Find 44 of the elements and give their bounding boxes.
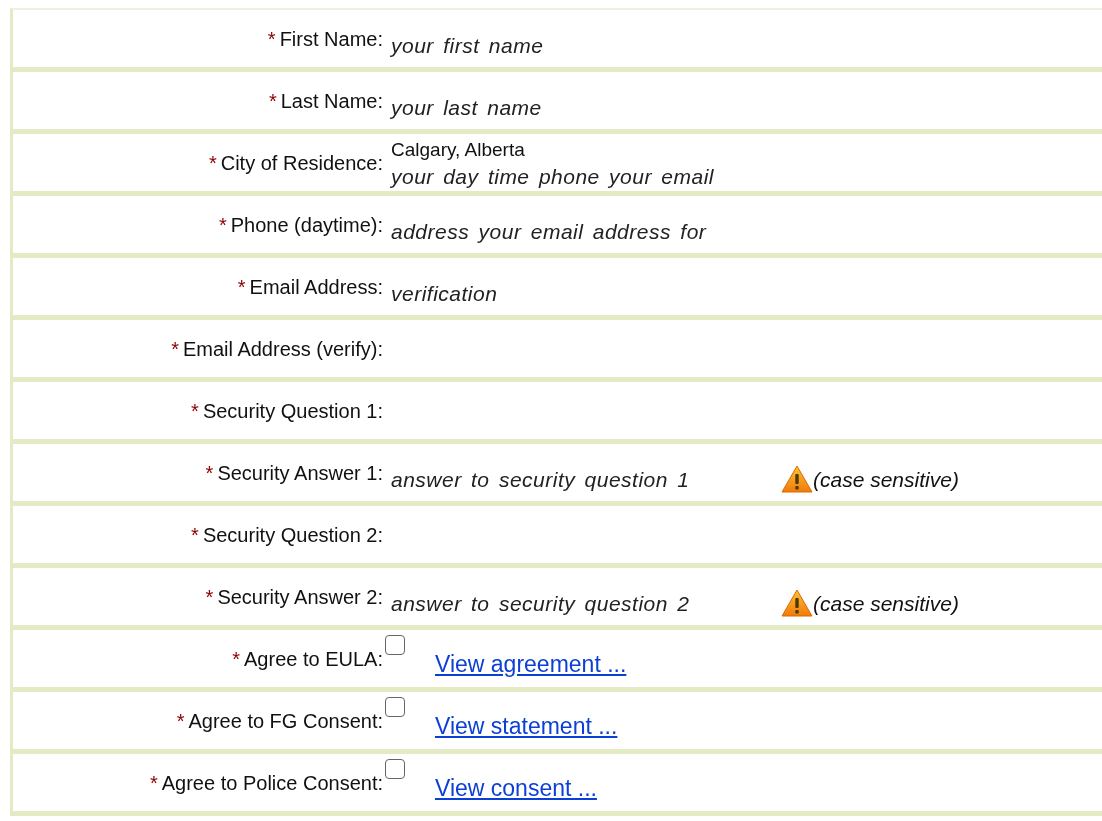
required-marker: * [205,462,214,484]
field-label: Security Answer 1: [217,462,383,484]
required-marker: * [208,152,217,174]
hint-text: your first name [391,32,544,59]
field-label: Security Question 2: [202,524,383,546]
checkbox[interactable] [385,634,405,655]
hint-text: your last name [391,94,542,121]
warning-icon [781,589,813,618]
required-marker: * [171,338,179,360]
view-link[interactable]: View statement ... [435,708,618,743]
required-marker: * [149,772,158,794]
case-sensitive-note: (case sensitive) [813,590,959,617]
case-sensitive-note: (case sensitive) [813,466,959,493]
field-value: Calgary, Alberta [391,140,526,161]
field-label: Agree to FG Consent: [188,710,383,732]
field-label: City of Residence: [220,152,383,174]
checkbox[interactable] [385,758,405,779]
view-link[interactable]: View agreement ... [435,646,627,681]
field-label: Security Question 1: [202,400,383,422]
required-marker: * [176,710,185,732]
required-marker: * [237,276,246,298]
field-label: Phone (daytime): [230,214,383,236]
hint-text: answer to security question 2 [391,590,691,617]
field-label: Last Name: [280,90,383,112]
field-label: Email Address: [249,276,383,298]
field-label: Email Address (verify): [182,338,383,360]
hint-text: address your email address for [391,218,707,245]
field-label: Agree to Police Consent: [161,772,383,794]
required-marker: * [218,214,227,236]
field-label: Security Answer 2: [217,586,383,608]
field-label: Agree to EULA: [244,648,383,670]
view-link[interactable]: View consent ... [435,770,597,805]
checkbox[interactable] [385,696,405,717]
required-marker: * [268,90,277,112]
hint-text: verification [391,280,498,307]
required-marker: * [205,586,214,608]
warning-icon [781,465,813,494]
field-label: First Name: [279,28,383,50]
required-marker: * [191,400,199,422]
hint-text: answer to security question 1 [391,466,691,493]
hint-text: your day time phone your email [391,163,714,190]
required-marker: * [232,648,241,670]
required-marker: * [267,28,276,50]
required-marker: * [191,524,199,546]
